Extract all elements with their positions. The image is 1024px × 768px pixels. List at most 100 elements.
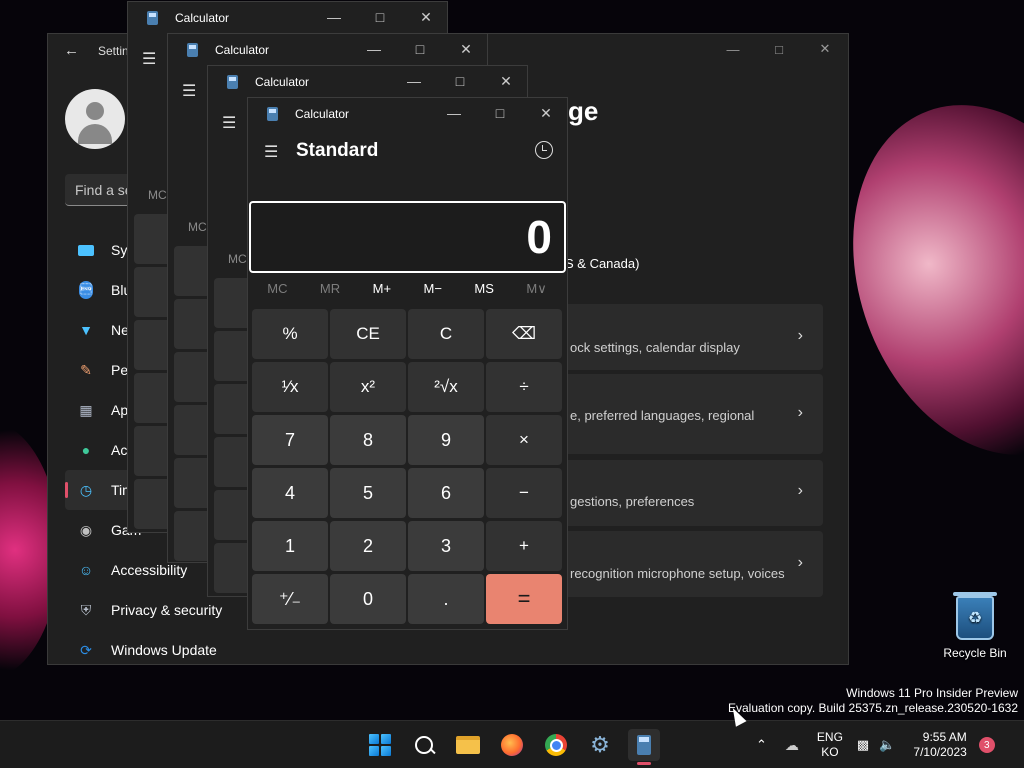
multiply-key[interactable]: × xyxy=(486,415,562,465)
window-controls: — □ ✕ xyxy=(311,2,449,32)
chrome-button[interactable] xyxy=(540,729,572,761)
minimize-button[interactable]: — xyxy=(431,98,477,128)
memory-recall-button[interactable]: MR xyxy=(320,281,340,303)
chevron-right-icon: › xyxy=(797,404,803,421)
backspace-key[interactable]: ⌫ xyxy=(486,309,562,359)
input-language-indicator[interactable]: ENG KO xyxy=(817,730,843,760)
digit-2-key[interactable]: 2 xyxy=(330,521,406,571)
clear-key[interactable]: C xyxy=(408,309,484,359)
minimize-button[interactable]: — xyxy=(351,34,397,64)
maximize-button[interactable]: □ xyxy=(397,34,443,64)
file-explorer-button[interactable] xyxy=(452,729,484,761)
chevron-up-icon[interactable]: ⌃ xyxy=(756,737,767,753)
close-button[interactable]: ✕ xyxy=(802,34,848,64)
avatar-torso xyxy=(78,124,112,144)
memory-clear-button[interactable]: MC xyxy=(148,188,167,202)
close-button[interactable]: ✕ xyxy=(523,98,569,128)
calculator-window[interactable]: Calculator — □ ✕ ☰ Standard 0 MC MR M+ M… xyxy=(247,97,568,630)
hamburger-menu-icon[interactable]: ☰ xyxy=(222,113,236,133)
calculator-keypad: % CE C ⌫ ¹⁄x x² ²√x ÷ 7 8 9 × 4 5 6 − 1 … xyxy=(252,309,565,624)
digit-0-key[interactable]: 0 xyxy=(330,574,406,624)
hamburger-menu-icon[interactable]: ☰ xyxy=(264,142,278,162)
watermark-line-2: Evaluation copy. Build 25375.zn_release.… xyxy=(728,701,1018,715)
window-controls: — □ ✕ xyxy=(431,98,569,128)
gear-icon: ⚙ xyxy=(590,732,610,757)
memory-clear-button[interactable]: MC xyxy=(267,281,287,303)
settings-title: Settin xyxy=(98,44,129,58)
digit-4-key[interactable]: 4 xyxy=(252,468,328,518)
volume-icon[interactable]: 🔈 xyxy=(879,737,895,753)
brush-icon: ✎ xyxy=(80,361,92,378)
recycle-bin-shortcut[interactable]: ♻ Recycle Bin xyxy=(940,592,1010,660)
memory-store-button[interactable]: MS xyxy=(474,281,494,303)
search-icon xyxy=(415,736,436,755)
maximize-button[interactable]: □ xyxy=(437,66,483,96)
maximize-button[interactable]: □ xyxy=(756,34,802,64)
memory-subtract-button[interactable]: M− xyxy=(424,281,442,303)
divide-key[interactable]: ÷ xyxy=(486,362,562,412)
digit-6-key[interactable]: 6 xyxy=(408,468,484,518)
window-controls: — □ ✕ xyxy=(391,66,529,96)
calculator-display: 0 xyxy=(249,201,566,273)
network-icon[interactable]: ▩ xyxy=(857,737,869,753)
calculator-titlebar: Calculator — □ ✕ xyxy=(248,98,567,130)
subtract-key[interactable]: − xyxy=(486,468,562,518)
close-button[interactable]: ✕ xyxy=(483,66,529,96)
digit-7-key[interactable]: 7 xyxy=(252,415,328,465)
user-avatar[interactable] xyxy=(65,89,125,149)
search-button[interactable] xyxy=(408,729,440,761)
language-code: ENG xyxy=(816,730,843,744)
back-arrow-icon[interactable]: ← xyxy=(64,42,79,59)
digit-1-key[interactable]: 1 xyxy=(252,521,328,571)
calculator-titlebar: Calculator — □ ✕ xyxy=(128,2,447,34)
nav-item-windows-update[interactable]: ⟳ Windows Update xyxy=(65,630,295,670)
square-key[interactable]: x² xyxy=(330,362,406,412)
negate-key[interactable]: ⁺⁄₋ xyxy=(252,574,328,624)
memory-list-button[interactable]: M∨ xyxy=(526,281,546,303)
digit-8-key[interactable]: 8 xyxy=(330,415,406,465)
nav-label: Accessibility xyxy=(111,562,188,578)
maximize-button[interactable]: □ xyxy=(477,98,523,128)
clear-entry-key[interactable]: CE xyxy=(330,309,406,359)
close-button[interactable]: ✕ xyxy=(443,34,489,64)
page-title: ge xyxy=(568,96,599,126)
firefox-button[interactable] xyxy=(496,729,528,761)
card-description: e, preferred languages, regional xyxy=(570,408,755,423)
recycle-bin-icon: ♻ xyxy=(953,592,997,640)
reciprocal-key[interactable]: ¹⁄x xyxy=(252,362,328,412)
recycle-bin-label: Recycle Bin xyxy=(943,646,1007,660)
maximize-button[interactable]: □ xyxy=(357,2,403,32)
chrome-icon xyxy=(545,734,567,756)
card-description: gestions, preferences xyxy=(570,494,695,509)
calculator-title: Calculator xyxy=(295,107,350,121)
add-key[interactable]: + xyxy=(486,521,562,571)
square-root-key[interactable]: ²√x xyxy=(408,362,484,412)
history-icon[interactable] xyxy=(535,141,553,159)
decimal-key[interactable]: . xyxy=(408,574,484,624)
minimize-button[interactable]: — xyxy=(710,34,756,64)
clock[interactable]: 9:55 AM 7/10/2023 xyxy=(913,730,966,760)
hamburger-menu-icon[interactable]: ☰ xyxy=(182,81,196,101)
nav-label: Windows Update xyxy=(111,642,217,658)
digit-9-key[interactable]: 9 xyxy=(408,415,484,465)
minimize-button[interactable]: — xyxy=(311,2,357,32)
memory-clear-button[interactable]: MC xyxy=(228,252,247,266)
clock-time: 9:55 AM xyxy=(922,730,967,744)
hamburger-menu-icon[interactable]: ☰ xyxy=(142,49,156,69)
calculator-title: Calculator xyxy=(175,11,230,25)
memory-clear-button[interactable]: MC xyxy=(188,220,207,234)
settings-app-button[interactable]: ⚙ xyxy=(584,729,616,761)
calculator-app-icon xyxy=(227,75,238,89)
start-button[interactable] xyxy=(364,729,396,761)
digit-3-key[interactable]: 3 xyxy=(408,521,484,571)
calculator-app-button[interactable] xyxy=(628,729,660,765)
equals-key[interactable]: = xyxy=(486,574,562,624)
digit-5-key[interactable]: 5 xyxy=(330,468,406,518)
notification-badge[interactable]: 3 xyxy=(978,737,995,753)
percent-key[interactable]: % xyxy=(252,309,328,359)
memory-add-button[interactable]: M+ xyxy=(373,281,391,303)
close-button[interactable]: ✕ xyxy=(403,2,449,32)
minimize-button[interactable]: — xyxy=(391,66,437,96)
nav-label: Privacy & security xyxy=(111,602,223,618)
onedrive-off-icon[interactable]: ☁ xyxy=(785,737,799,754)
